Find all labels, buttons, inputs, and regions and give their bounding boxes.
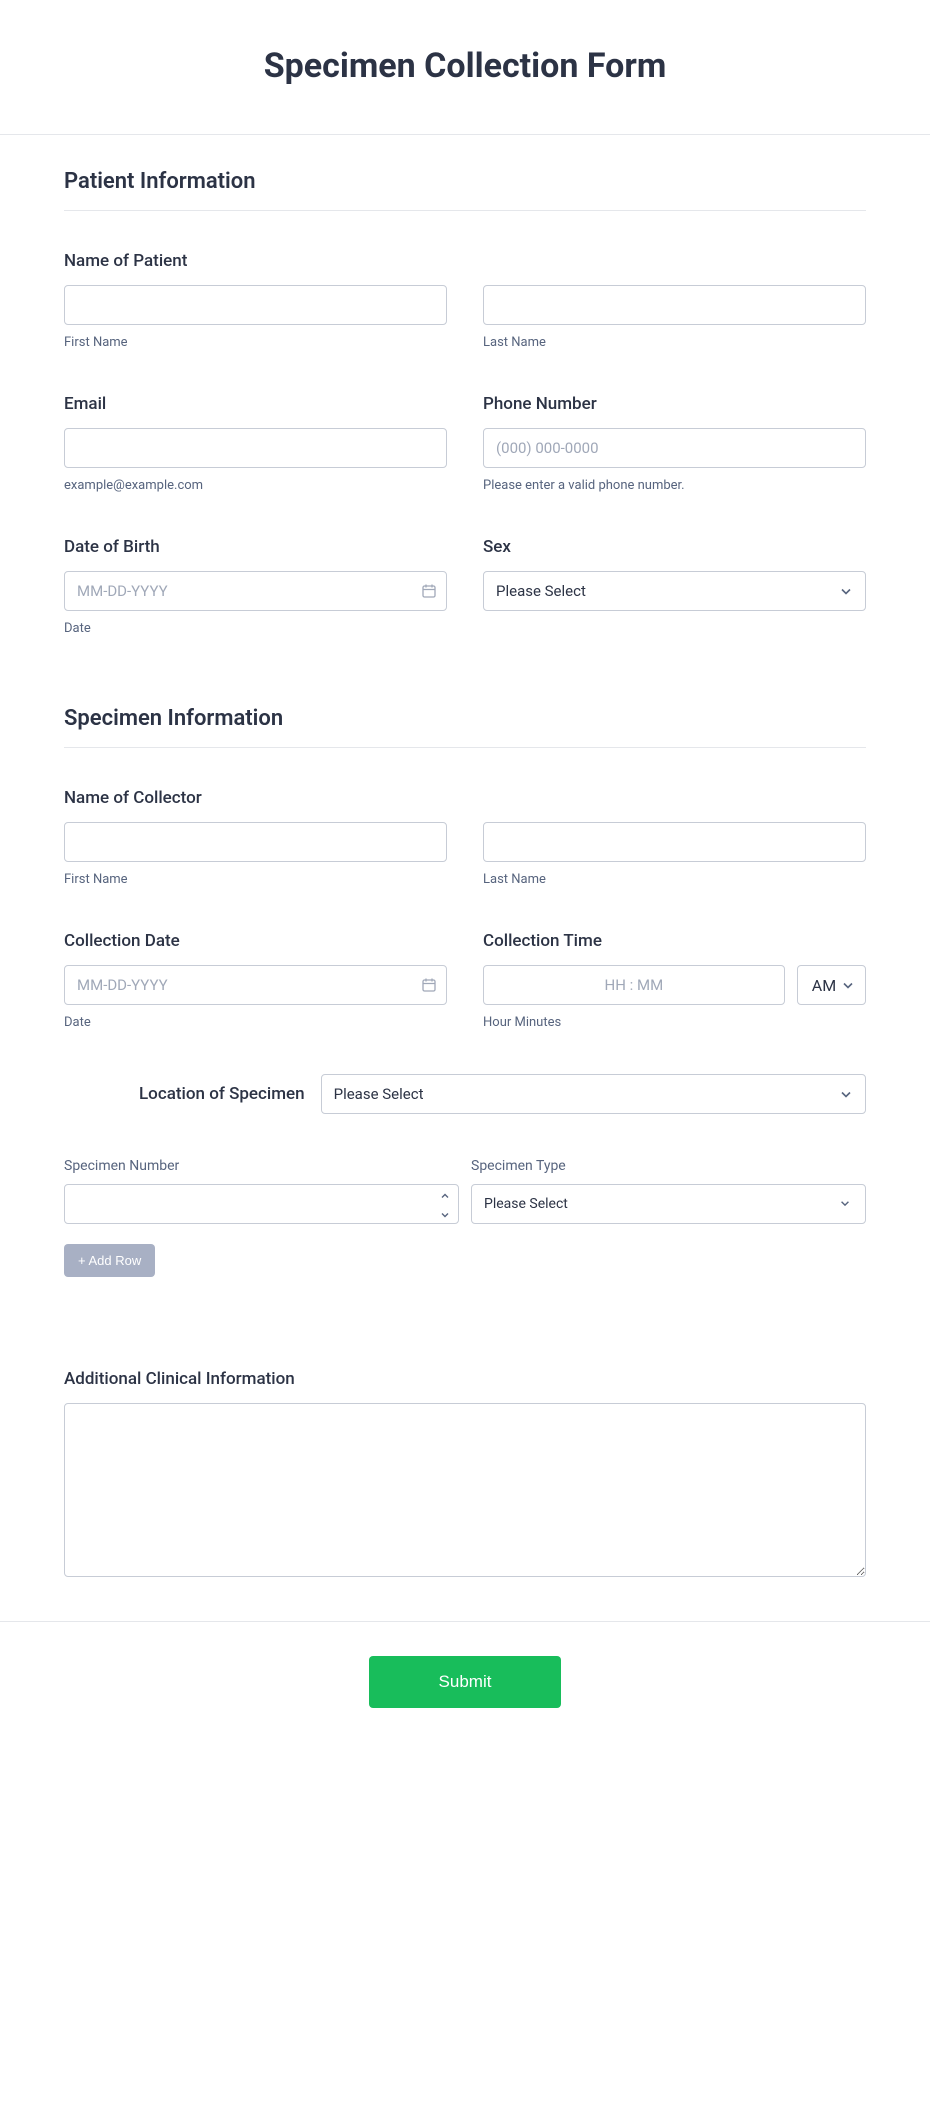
- sex-select-value: Please Select: [496, 582, 586, 600]
- specimen-type-header: Specimen Type: [471, 1158, 866, 1174]
- stepper-up-icon[interactable]: [440, 1185, 450, 1204]
- first-name-sublabel: First Name: [64, 335, 447, 350]
- patient-section: Patient Information Name of Patient Firs…: [64, 169, 866, 636]
- phone-sublabel: Please enter a valid phone number.: [483, 478, 866, 493]
- chevron-down-icon: [839, 1087, 853, 1101]
- collection-date-label: Collection Date: [64, 931, 447, 951]
- chevron-down-icon: [841, 978, 855, 992]
- specimen-number-input-wrap: [64, 1184, 459, 1224]
- collection-date-sublabel: Date: [64, 1015, 447, 1030]
- stepper-down-icon[interactable]: [440, 1204, 450, 1223]
- patient-section-title: Patient Information: [64, 169, 866, 211]
- specimen-section: Specimen Information Name of Collector F…: [64, 706, 866, 1581]
- ampm-value: AM: [812, 976, 836, 995]
- phone-label: Phone Number: [483, 394, 866, 414]
- specimen-number-input[interactable]: [65, 1185, 440, 1223]
- form-footer: Submit: [0, 1621, 930, 1752]
- patient-last-name-input[interactable]: [483, 285, 866, 325]
- dob-input[interactable]: [64, 571, 447, 611]
- specimen-section-title: Specimen Information: [64, 706, 866, 748]
- dob-label: Date of Birth: [64, 537, 447, 557]
- collection-date-input[interactable]: [64, 965, 447, 1005]
- add-row-button[interactable]: + Add Row: [64, 1244, 155, 1277]
- collector-last-name-sublabel: Last Name: [483, 872, 866, 887]
- location-select[interactable]: Please Select: [321, 1074, 866, 1114]
- specimen-table: Specimen Number S: [64, 1158, 866, 1277]
- collector-last-name-input[interactable]: [483, 822, 866, 862]
- collector-name-label: Name of Collector: [64, 788, 866, 808]
- submit-button[interactable]: Submit: [369, 1656, 562, 1708]
- collection-time-sublabel: Hour Minutes: [483, 1015, 866, 1030]
- sex-select[interactable]: Please Select: [483, 571, 866, 611]
- collector-name-group: Name of Collector First Name Last Name: [64, 788, 866, 887]
- patient-first-name-input[interactable]: [64, 285, 447, 325]
- collector-first-name-input[interactable]: [64, 822, 447, 862]
- additional-info-group: Additional Clinical Information: [64, 1369, 866, 1581]
- specimen-type-value: Please Select: [484, 1196, 568, 1212]
- collector-first-name-sublabel: First Name: [64, 872, 447, 887]
- location-select-value: Please Select: [334, 1085, 424, 1103]
- email-label: Email: [64, 394, 447, 414]
- collection-time-label: Collection Time: [483, 931, 866, 951]
- patient-name-group: Name of Patient First Name Last Name: [64, 251, 866, 350]
- form-header: Specimen Collection Form: [0, 0, 930, 135]
- additional-info-label: Additional Clinical Information: [64, 1369, 866, 1389]
- specimen-type-select[interactable]: Please Select: [471, 1184, 866, 1224]
- chevron-down-icon: [839, 1197, 853, 1211]
- phone-input[interactable]: [483, 428, 866, 468]
- last-name-sublabel: Last Name: [483, 335, 866, 350]
- sex-label: Sex: [483, 537, 866, 557]
- location-label: Location of Specimen: [64, 1084, 305, 1104]
- email-input[interactable]: [64, 428, 447, 468]
- form-title: Specimen Collection Form: [20, 46, 910, 86]
- dob-sublabel: Date: [64, 621, 447, 636]
- location-row: Location of Specimen Please Select: [64, 1074, 866, 1114]
- ampm-select[interactable]: AM: [797, 965, 866, 1005]
- specimen-number-header: Specimen Number: [64, 1158, 459, 1174]
- chevron-down-icon: [839, 584, 853, 598]
- email-sublabel: example@example.com: [64, 478, 447, 493]
- collection-time-input[interactable]: [483, 965, 785, 1005]
- additional-info-textarea[interactable]: [64, 1403, 866, 1577]
- patient-name-label: Name of Patient: [64, 251, 866, 271]
